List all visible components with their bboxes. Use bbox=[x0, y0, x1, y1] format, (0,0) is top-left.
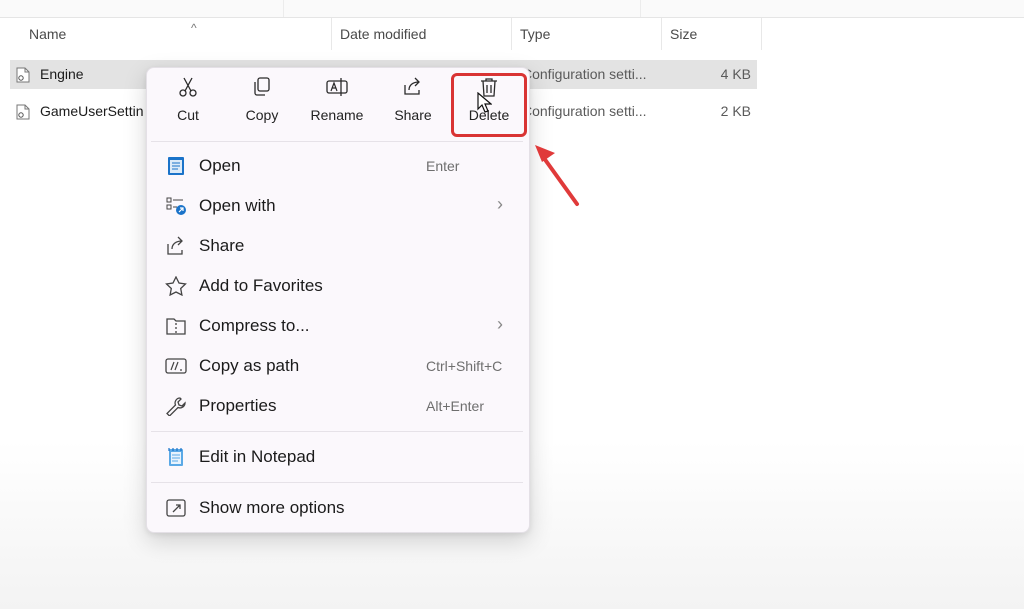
menu-divider bbox=[151, 141, 523, 142]
wrench-icon bbox=[166, 397, 186, 416]
menu-item-compress-to[interactable]: Compress to... › bbox=[151, 306, 523, 346]
file-type: Configuration setti... bbox=[522, 66, 647, 82]
expand-icon bbox=[166, 499, 186, 517]
menu-item-edit-in-notepad[interactable]: Edit in Notepad bbox=[151, 437, 523, 477]
menu-item-label: Edit in Notepad bbox=[199, 447, 316, 466]
file-type: Configuration setti... bbox=[522, 103, 647, 119]
copy-button[interactable]: Copy bbox=[227, 76, 297, 134]
file-size: 2 KB bbox=[720, 103, 751, 119]
menu-item-show-more-options[interactable]: Show more options bbox=[151, 488, 523, 528]
cut-label: Cut bbox=[177, 107, 199, 123]
menu-item-share[interactable]: Share bbox=[151, 226, 523, 266]
column-size-label: Size bbox=[670, 26, 698, 42]
rename-label: Rename bbox=[310, 107, 364, 123]
open-with-icon bbox=[166, 197, 186, 215]
menu-item-shortcut: Enter bbox=[426, 158, 460, 174]
menu-item-shortcut: Alt+Enter bbox=[426, 398, 484, 414]
menu-item-open-with[interactable]: Open with › bbox=[151, 186, 523, 226]
notepad-icon bbox=[168, 157, 184, 175]
cut-button[interactable]: Cut bbox=[153, 76, 223, 134]
menu-item-label: Open bbox=[199, 156, 241, 175]
share-label: Share bbox=[394, 107, 432, 123]
column-size[interactable]: Size bbox=[662, 18, 762, 50]
share-icon bbox=[167, 236, 183, 255]
file-name: Engine bbox=[40, 66, 84, 82]
rename-button[interactable]: Rename bbox=[302, 76, 372, 134]
menu-item-label: Compress to... bbox=[199, 316, 310, 335]
copy-label: Copy bbox=[245, 107, 279, 123]
rename-icon bbox=[326, 78, 348, 96]
annotation-arrow-icon bbox=[535, 145, 579, 206]
file-size: 4 KB bbox=[720, 66, 751, 82]
column-date-label: Date modified bbox=[340, 26, 427, 42]
config-file-icon bbox=[16, 67, 30, 83]
top-strip-cell bbox=[0, 0, 284, 17]
menu-item-label: Open with bbox=[199, 196, 276, 215]
mouse-cursor-icon bbox=[477, 92, 492, 113]
menu-item-shortcut: Ctrl+Shift+C bbox=[426, 358, 503, 374]
menu-item-label: Properties bbox=[199, 396, 277, 415]
path-icon bbox=[165, 358, 187, 374]
menu-divider bbox=[151, 431, 523, 432]
column-header: Name ^ Date modified Type Size bbox=[0, 18, 1024, 50]
quick-action-bar: Cut Copy Rename Share Delete bbox=[147, 68, 529, 140]
menu-item-properties[interactable]: Properties Alt+Enter bbox=[151, 386, 523, 426]
notepad-icon bbox=[168, 448, 183, 466]
file-name: GameUserSettin bbox=[40, 103, 144, 119]
column-name-label: Name bbox=[29, 26, 67, 42]
sort-ascending-icon: ^ bbox=[191, 21, 197, 35]
column-name[interactable]: Name ^ bbox=[21, 18, 332, 50]
config-file-icon bbox=[16, 104, 30, 120]
menu-item-copy-as-path[interactable]: Copy as path Ctrl+Shift+C bbox=[151, 346, 523, 386]
context-menu: Cut Copy Rename Share Delete Open Enter … bbox=[146, 67, 530, 533]
share-icon bbox=[404, 77, 420, 95]
chevron-right-icon: › bbox=[497, 194, 503, 214]
zip-folder-icon bbox=[166, 318, 186, 335]
share-quick-button[interactable]: Share bbox=[378, 76, 448, 134]
menu-divider bbox=[151, 482, 523, 483]
top-strip-cell bbox=[283, 0, 641, 17]
menu-item-label: Add to Favorites bbox=[199, 276, 323, 295]
copy-icon bbox=[254, 77, 270, 96]
menu-item-label: Copy as path bbox=[199, 356, 300, 375]
chevron-right-icon: › bbox=[497, 314, 503, 334]
menu-item-label: Share bbox=[199, 236, 245, 255]
column-type-label: Type bbox=[520, 26, 551, 42]
menu-item-label: Show more options bbox=[199, 498, 345, 517]
top-strip bbox=[0, 0, 1024, 18]
column-type[interactable]: Type bbox=[512, 18, 662, 50]
star-icon bbox=[165, 276, 187, 296]
menu-item-add-to-favorites[interactable]: Add to Favorites bbox=[151, 266, 523, 306]
menu-item-open[interactable]: Open Enter bbox=[151, 146, 523, 186]
scissors-icon bbox=[179, 77, 197, 97]
column-date-modified[interactable]: Date modified bbox=[332, 18, 512, 50]
